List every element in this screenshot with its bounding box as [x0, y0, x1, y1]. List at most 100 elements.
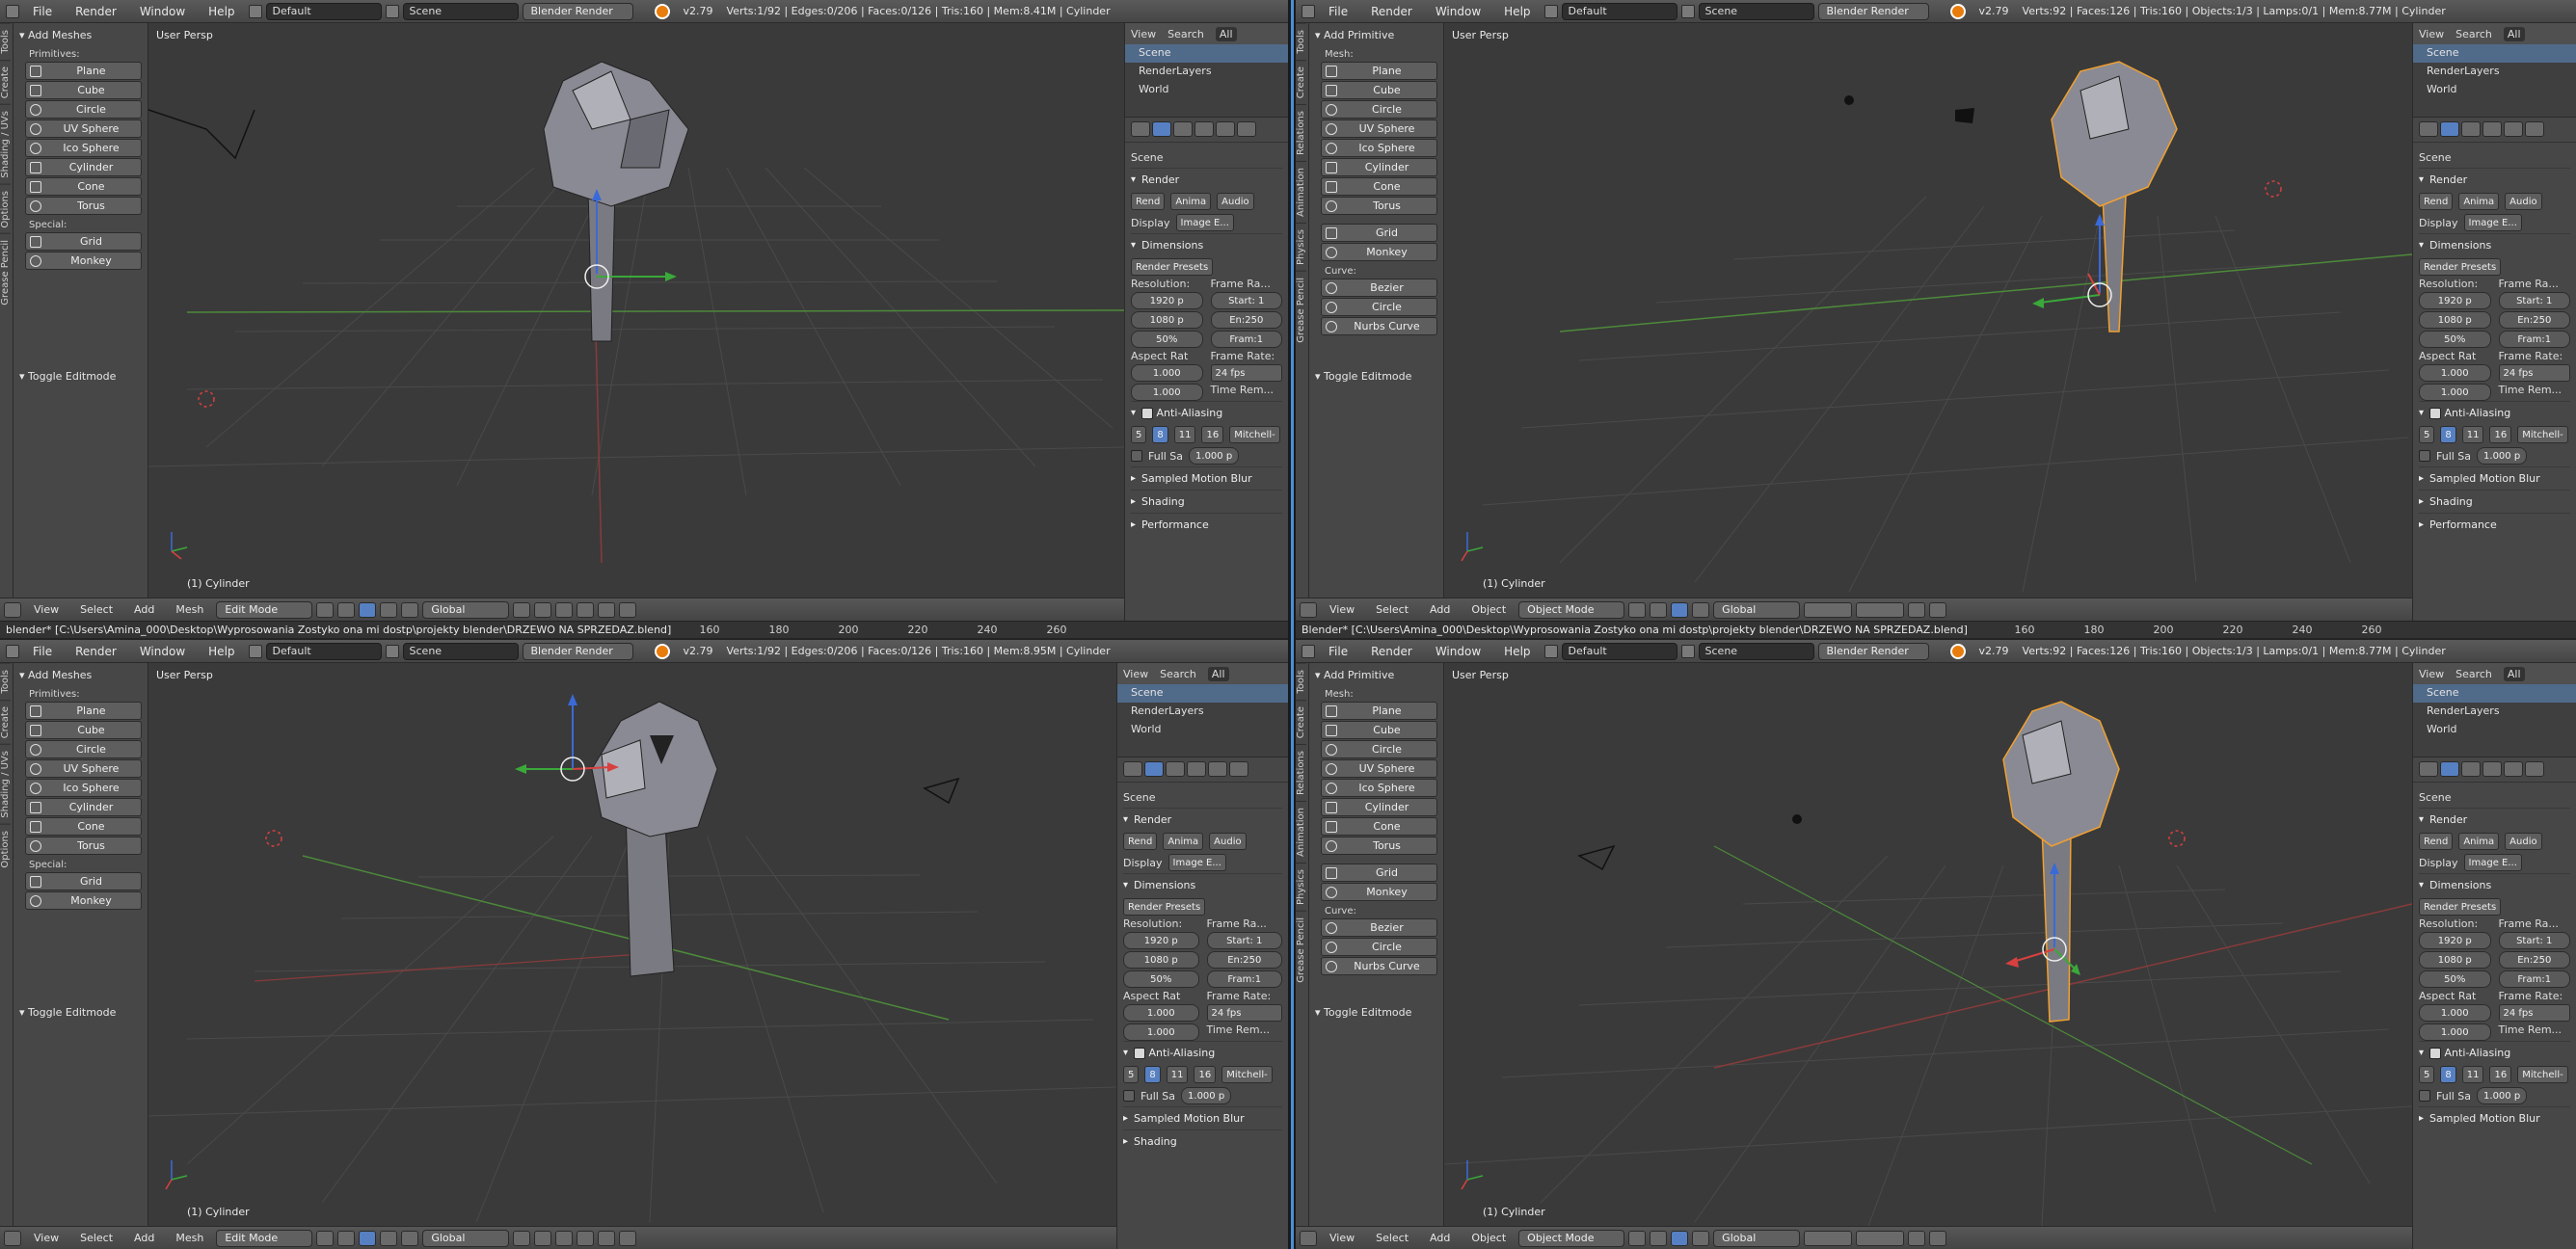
fps-select[interactable]: 24 fps [1206, 1004, 1282, 1022]
rotate-icon[interactable] [401, 1230, 419, 1246]
tab-physics[interactable]: Physics [1296, 862, 1306, 911]
aa-5-button[interactable]: 5 [2419, 1066, 2435, 1083]
add-monkey-button[interactable]: Monkey [25, 891, 142, 910]
scene-field[interactable]: Scene [402, 2, 519, 20]
menu-select[interactable]: Select [71, 1232, 121, 1244]
editor-type-icon[interactable] [1301, 644, 1315, 658]
aa-16-button[interactable]: 16 [1201, 426, 1224, 443]
add-torus-button[interactable]: Torus [25, 837, 142, 855]
timeline-left[interactable]: blender* [C:\Users\Amina_000\Desktop\Wyp… [0, 621, 1288, 638]
aa-checkbox[interactable] [2429, 1047, 2442, 1059]
toggle-editmode-header[interactable]: ▾ Toggle Editmode [19, 370, 116, 383]
res-y-field[interactable]: 1080 p [2419, 311, 2491, 329]
render-tab-icon[interactable] [1131, 121, 1150, 137]
pivot-icon[interactable] [337, 601, 356, 618]
toggle-editmode-header[interactable]: ▾ Toggle Editmode [1315, 1006, 1411, 1019]
fps-select[interactable]: 24 fps [2498, 1004, 2570, 1022]
shading-icon[interactable] [316, 601, 335, 618]
outliner-menu-search[interactable]: Search [1167, 28, 1204, 40]
animation-button[interactable]: Anima [2458, 833, 2500, 850]
aa-8-button[interactable]: 8 [2440, 426, 2456, 443]
scene-tab-icon[interactable] [2440, 761, 2459, 777]
audio-button[interactable]: Audio [2505, 833, 2542, 850]
menu-select[interactable]: Select [1367, 1232, 1417, 1244]
layout-field[interactable]: Default [265, 642, 382, 660]
add-uv-sphere-button[interactable]: UV Sphere [1321, 759, 1437, 778]
menu-help[interactable]: Help [1494, 3, 1540, 20]
outliner-menu-view[interactable]: View [1131, 28, 1156, 40]
frame-end-field[interactable]: En:250 [2498, 951, 2570, 969]
aspect-y-field[interactable]: 1.000 [2419, 1023, 2491, 1041]
world-tab-icon[interactable] [2461, 761, 2481, 777]
add-torus-button[interactable]: Torus [1321, 837, 1437, 855]
anti-aliasing-panel-header[interactable]: Anti-Aliasing [1131, 401, 1282, 424]
animation-button[interactable]: Anima [2458, 193, 2500, 210]
outliner-row-scene[interactable]: Scene [1125, 44, 1288, 63]
orientation-select[interactable]: Global [1713, 600, 1801, 619]
editor-type-icon[interactable] [4, 1230, 21, 1246]
aa-5-button[interactable]: 5 [2419, 426, 2435, 443]
scene-field[interactable]: Scene [402, 642, 519, 660]
render-panel-header[interactable]: Render [1123, 808, 1282, 831]
add-ico-sphere-button[interactable]: Ico Sphere [1321, 779, 1437, 797]
outliner-filter-all[interactable]: All [1207, 666, 1229, 681]
full-sample-checkbox[interactable] [1123, 1090, 1135, 1102]
aa-filter-select[interactable]: Mitchell- [1229, 426, 1280, 443]
modifier-tab-icon[interactable] [2504, 121, 2523, 137]
menu-file[interactable]: File [1319, 643, 1357, 660]
tab-animation[interactable]: Animation [1296, 160, 1306, 223]
layers-2-icon[interactable] [1856, 601, 1905, 618]
tab-shading-uvs[interactable]: Shading / UVs [0, 743, 11, 824]
render-preview-icon[interactable] [619, 1230, 637, 1246]
aa-checkbox[interactable] [1141, 407, 1154, 419]
add-cylinder-button[interactable]: Cylinder [25, 158, 142, 176]
render-preview-icon[interactable] [619, 601, 637, 618]
anti-aliasing-panel-header[interactable]: Anti-Aliasing [2419, 401, 2570, 424]
aspect-y-field[interactable]: 1.000 [1131, 384, 1203, 401]
res-x-field[interactable]: 1920 p [2419, 292, 2491, 309]
object-tab-icon[interactable] [1187, 761, 1206, 777]
screen-layout-icon[interactable] [1543, 4, 1558, 18]
screen-layout-icon[interactable] [248, 644, 262, 658]
filter-size-field[interactable]: 1.000 p [2477, 1087, 2528, 1104]
render-panel-header[interactable]: Render [2419, 168, 2570, 191]
aa-11-button[interactable]: 11 [2461, 426, 2484, 443]
aspect-x-field[interactable]: 1.000 [1123, 1004, 1199, 1022]
res-y-field[interactable]: 1080 p [1123, 951, 1199, 969]
tab-tools[interactable]: Tools [1296, 663, 1306, 700]
scene-field[interactable]: Scene [1698, 2, 1814, 20]
orientation-select[interactable]: Global [422, 600, 510, 619]
tab-shading-uvs[interactable]: Shading / UVs [0, 103, 11, 184]
editor-type-icon[interactable] [1300, 601, 1317, 618]
shading-icon[interactable] [1628, 601, 1647, 618]
frame-step-field[interactable]: Fram:1 [1206, 970, 1282, 988]
pivot-icon[interactable] [337, 1230, 356, 1246]
dimensions-panel-header[interactable]: Dimensions [2419, 233, 2570, 256]
editor-type-icon[interactable] [6, 644, 19, 658]
scene-field[interactable]: Scene [1698, 642, 1814, 660]
menu-view[interactable]: View [25, 603, 67, 616]
add-bezier-button[interactable]: Bezier [1321, 918, 1437, 937]
res-percent-field[interactable]: 50% [2419, 331, 2491, 348]
add-circle-button[interactable]: Circle [25, 740, 142, 758]
frame-start-field[interactable]: Start: 1 [2498, 292, 2570, 309]
pivot-icon[interactable] [1650, 601, 1668, 618]
tab-tools[interactable]: Tools [0, 663, 11, 700]
proportional-edit-icon[interactable] [577, 1230, 595, 1246]
scene-icon[interactable] [385, 644, 399, 658]
menu-view[interactable]: View [1321, 603, 1363, 616]
aspect-x-field[interactable]: 1.000 [2419, 1004, 2491, 1022]
filter-size-field[interactable]: 1.000 p [2477, 447, 2528, 465]
outliner-row-scene[interactable]: Scene [1117, 684, 1288, 703]
aspect-x-field[interactable]: 1.000 [1131, 364, 1203, 382]
res-percent-field[interactable]: 50% [1131, 331, 1203, 348]
menu-help[interactable]: Help [1494, 643, 1540, 660]
outliner-row-renderlayers[interactable]: RenderLayers [2413, 703, 2576, 721]
aa-5-button[interactable]: 5 [1131, 426, 1147, 443]
render-panel-header[interactable]: Render [1131, 168, 1282, 191]
aspect-y-field[interactable]: 1.000 [1123, 1023, 1199, 1041]
filter-size-field[interactable]: 1.000 p [1181, 1087, 1232, 1104]
aa-checkbox[interactable] [2429, 407, 2442, 419]
mode-select[interactable]: Edit Mode [216, 1229, 313, 1247]
add-cube-button[interactable]: Cube [1321, 81, 1437, 99]
